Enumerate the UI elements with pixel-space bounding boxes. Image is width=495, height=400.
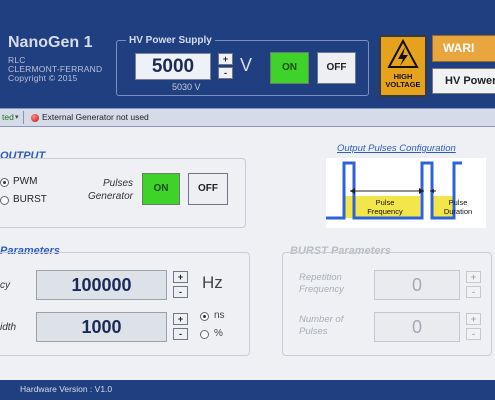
pulse-frequency-line2: Frequency	[367, 207, 403, 216]
hv-readback-value: 5030 V	[172, 82, 201, 92]
warning-button[interactable]: WARI	[432, 35, 495, 62]
number-of-pulses-decrement-button[interactable]: -	[466, 328, 481, 340]
percent-label: %	[214, 328, 223, 339]
percent-radio[interactable]	[200, 330, 209, 339]
subtitle-line-copyright: Copyright © 2015	[8, 73, 78, 83]
strip-separator	[23, 111, 24, 124]
high-voltage-label: HIGH VOLTAGE	[381, 73, 425, 89]
pulse-frequency-line1: Pulse	[375, 198, 395, 207]
connection-status: ted	[2, 112, 14, 122]
hv-off-button[interactable]: OFF	[317, 52, 356, 84]
repetition-frequency-label: Repetition Frequency	[299, 272, 344, 296]
hv-increment-button[interactable]: +	[218, 53, 233, 65]
frequency-unit: Hz	[202, 273, 223, 292]
hv-on-button[interactable]: ON	[270, 52, 309, 84]
dropdown-arrow-icon[interactable]: ▾	[15, 113, 19, 121]
hv-voltage-input[interactable]: 5000	[135, 53, 211, 80]
repetition-frequency-increment-button[interactable]: +	[466, 271, 481, 283]
voltage-label: VOLTAGE	[385, 80, 421, 89]
width-decrement-button[interactable]: -	[173, 328, 188, 340]
number-of-pulses-input[interactable]: 0	[374, 312, 460, 342]
repetition-frequency-decrement-button[interactable]: -	[466, 286, 481, 298]
width-input[interactable]: 1000	[36, 312, 167, 342]
hardware-version: Hardware Version : V1.0	[20, 384, 113, 394]
pulses-generator-label: Pulses Generator	[80, 177, 133, 203]
repetition-frequency-input[interactable]: 0	[374, 270, 460, 300]
frequency-input[interactable]: 100000	[36, 270, 167, 300]
frequency-decrement-button[interactable]: -	[173, 286, 188, 298]
pulses-diagram	[326, 158, 486, 228]
pulses-diagram-graphic	[326, 158, 486, 228]
number-of-pulses-increment-button[interactable]: +	[466, 313, 481, 325]
ns-label: ns	[214, 310, 225, 321]
hv-power-supply-title: HV Power Supply	[126, 35, 215, 46]
pulses-generator-on-button[interactable]: ON	[142, 173, 180, 205]
frequency-increment-button[interactable]: +	[173, 271, 188, 283]
output-pulses-configuration-link[interactable]: Output Pulses Configuration	[337, 143, 456, 154]
pulse-duration-line1: Pulse	[448, 198, 468, 207]
number-of-pulses-label: Number of Pulses	[299, 314, 343, 338]
app-subtitle: RLC CLERMONT-FERRAND Copyright © 2015	[8, 56, 102, 83]
hv-power-button[interactable]: HV Power	[432, 68, 495, 94]
frequency-label: cy	[0, 280, 10, 291]
pulses-generator-off-button[interactable]: OFF	[188, 173, 228, 205]
pulse-duration-line2: Duration	[443, 207, 473, 216]
ns-radio[interactable]	[200, 312, 209, 321]
width-label: idth	[0, 322, 17, 333]
pulse-frequency-label: Pulse Frequency	[362, 198, 408, 216]
pulse-duration-label: Pulse Duration	[436, 198, 480, 216]
pulses-label: Pulses	[102, 178, 133, 189]
pwm-radio[interactable]	[0, 178, 9, 187]
generator-label: Generator	[87, 191, 133, 202]
frequency-line: Frequency	[299, 284, 344, 295]
number-of-line: Number of	[299, 314, 344, 325]
width-increment-button[interactable]: +	[173, 313, 188, 325]
pulses-line: Pulses	[299, 326, 328, 337]
hv-unit-label: V	[240, 55, 253, 75]
pwm-label: PWM	[13, 176, 38, 187]
app-title: NanoGen 1	[8, 34, 93, 51]
burst-radio[interactable]	[0, 196, 9, 205]
high-voltage-icon	[387, 38, 419, 68]
external-generator-status: External Generator not used	[42, 112, 149, 122]
external-generator-status-icon	[31, 114, 39, 122]
hv-decrement-button[interactable]: -	[218, 67, 233, 79]
burst-label: BURST	[13, 194, 47, 205]
repetition-line: Repetition	[299, 272, 342, 283]
